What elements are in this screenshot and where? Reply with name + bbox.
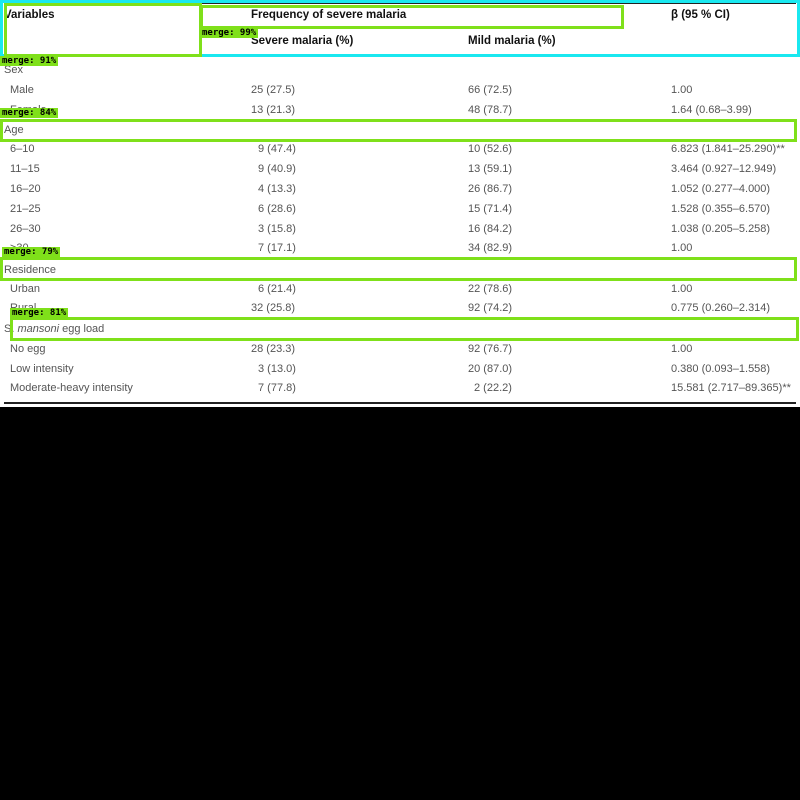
row-beta: 1.00 (671, 283, 693, 295)
row-beta: 15.581 (2.717–89.365)** (671, 382, 791, 394)
row-mild: 92 (76.7) (468, 343, 513, 355)
row-severe: 7 (17.1) (258, 242, 296, 254)
row-label: 16–20 (10, 183, 41, 195)
detection-tag: merge: 79% (2, 247, 61, 257)
row-mild: 20 (87.0) (468, 363, 513, 375)
row-severe: 3 (13.0) (258, 363, 296, 375)
row-beta: 1.00 (671, 242, 693, 254)
row-mild: 66 (72.5) (468, 84, 513, 96)
row-mild: 16 (84.2) (468, 223, 513, 235)
detection-tag: merge: 99% (200, 28, 259, 38)
row-beta: 3.464 (0.927–12.949) (671, 163, 777, 175)
row-severe: 3 (15.8) (258, 223, 296, 235)
row-label: Low intensity (10, 363, 74, 375)
row-severe: 9 (47.4) (258, 143, 296, 155)
row-mild: 34 (82.9) (468, 242, 513, 254)
row-label: 6–10 (10, 143, 35, 155)
row-label: 11–15 (10, 163, 40, 175)
row-severe: 4 (13.3) (258, 183, 296, 195)
detection-box (0, 119, 797, 142)
row-beta: 1.528 (0.355–6.570) (671, 203, 771, 215)
row-mild: 92 (74.2) (468, 302, 513, 314)
table-bottom-rule (4, 402, 796, 404)
row-mild: 26 (86.7) (468, 183, 513, 195)
detection-box (10, 317, 799, 341)
row-beta: 1.64 (0.68–3.99) (671, 104, 752, 116)
row-label: Male (10, 84, 34, 96)
row-severe: 6 (21.4) (258, 283, 296, 295)
row-severe: 32 (25.8) (251, 302, 296, 314)
row-beta: 1.052 (0.277–4.000) (671, 183, 771, 195)
row-beta: 0.775 (0.260–2.314) (671, 302, 771, 314)
row-severe: 25 (27.5) (251, 84, 296, 96)
row-label: No egg (10, 343, 46, 355)
row-mild: 2 (22.2) (474, 382, 512, 394)
row-beta: 1.038 (0.205–5.258) (671, 223, 771, 235)
row-mild: 22 (78.6) (468, 283, 513, 295)
row-label: 26–30 (10, 223, 41, 235)
detection-tag: merge: 84% (0, 108, 59, 118)
row-label: Moderate-heavy intensity (10, 382, 133, 394)
detection-box (200, 5, 624, 29)
row-mild: 10 (52.6) (468, 143, 513, 155)
detection-box (0, 257, 797, 281)
detection-box (4, 3, 202, 57)
row-mild: 48 (78.7) (468, 104, 513, 116)
row-mild: 15 (71.4) (468, 203, 513, 215)
table-document: Variables Frequency of severe malaria β … (0, 0, 800, 407)
row-severe: 13 (21.3) (251, 104, 296, 116)
row-severe: 9 (40.9) (258, 163, 296, 175)
detection-tag: merge: 91% (0, 56, 59, 66)
row-beta: 1.00 (671, 343, 693, 355)
row-severe: 28 (23.3) (251, 343, 296, 355)
row-beta: 6.823 (1.841–25.290)** (671, 143, 785, 155)
row-label: 21–25 (10, 203, 41, 215)
row-mild: 13 (59.1) (468, 163, 513, 175)
row-beta: 1.00 (671, 84, 693, 96)
row-label: Urban (10, 283, 40, 295)
row-severe: 6 (28.6) (258, 203, 296, 215)
row-severe: 7 (77.8) (258, 382, 296, 394)
row-beta: 0.380 (0.093–1.558) (671, 363, 771, 375)
